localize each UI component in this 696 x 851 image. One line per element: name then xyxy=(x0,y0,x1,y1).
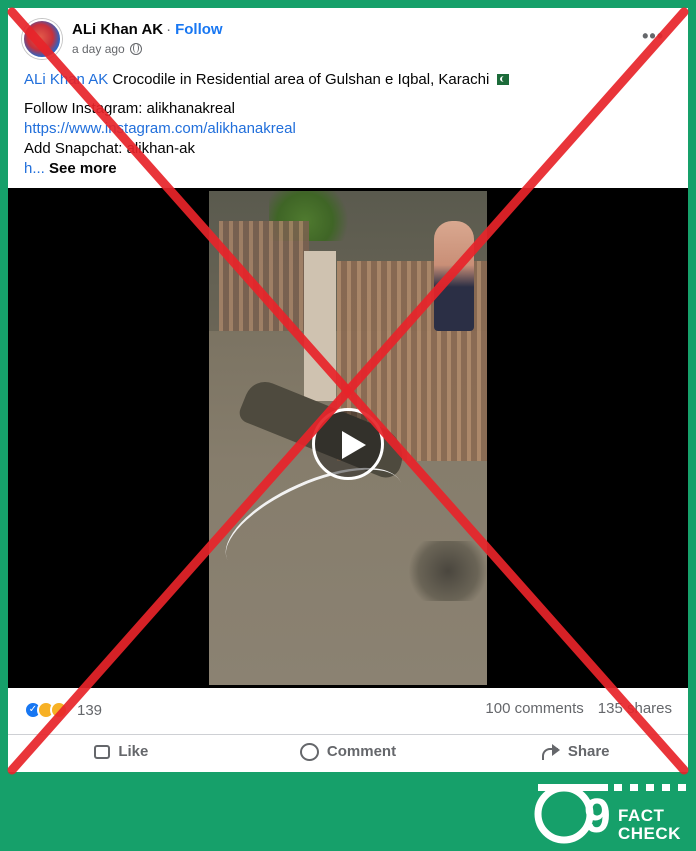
logo-fact-text: FACT xyxy=(618,806,665,825)
author-name[interactable]: ALi Khan AK xyxy=(72,21,163,38)
logo-number: 9 xyxy=(584,790,611,843)
like-icon xyxy=(94,744,111,759)
video-gate-left xyxy=(219,221,309,331)
share-label: Share xyxy=(567,743,610,760)
logo-battlement-3 xyxy=(646,784,654,791)
logo-check-text: CHECK xyxy=(618,824,681,843)
snapchat-line: Add Snapchat: alikhan-ak xyxy=(24,140,195,157)
video-person xyxy=(434,221,474,331)
like-label: Like xyxy=(118,743,149,760)
logo-battlement-2 xyxy=(630,784,638,791)
globe-icon xyxy=(129,43,142,55)
post-header: ALi Khan AK · Follow a day ago ••• xyxy=(8,8,688,68)
shares-count[interactable]: 135 shares xyxy=(598,700,672,717)
post-stats: 100 comments 135 shares xyxy=(485,700,672,717)
share-button[interactable]: Share xyxy=(461,735,688,768)
author-line: ALi Khan AK · Follow xyxy=(72,21,223,38)
video-debris xyxy=(409,541,487,601)
post-time[interactable]: a day ago xyxy=(72,42,125,56)
facebook-post-card: ALi Khan AK · Follow a day ago ••• ALi Kha… xyxy=(8,8,688,772)
truncated-line: h... See more xyxy=(24,159,674,179)
comment-button[interactable]: Comment xyxy=(235,735,462,768)
post-meta: a day ago xyxy=(72,42,142,56)
pakistan-flag-icon xyxy=(493,74,510,85)
share-icon xyxy=(540,743,560,760)
comment-icon xyxy=(299,742,319,761)
truncated-link[interactable]: h... xyxy=(24,160,45,177)
instagram-line: Follow Instagram: alikhanakreal xyxy=(24,100,235,117)
wow-reaction-icon xyxy=(50,701,68,719)
instagram-link[interactable]: https://www.instagram.com/alikhanakreal xyxy=(24,119,674,139)
headline-text: Crocodile in Residential area of Gulshan… xyxy=(108,71,490,88)
action-bar: Like Comment Share xyxy=(8,734,688,768)
see-more-button[interactable]: See more xyxy=(49,160,117,177)
play-icon[interactable] xyxy=(312,408,384,480)
author-mention[interactable]: ALi Khan AK xyxy=(24,71,108,88)
reactions-summary[interactable]: ✓ 139 xyxy=(24,698,102,722)
video-player[interactable] xyxy=(8,188,688,688)
author-avatar[interactable] xyxy=(22,19,62,59)
like-button[interactable]: Like xyxy=(8,735,235,768)
logo-ring xyxy=(534,784,594,844)
post-text: ALi Khan AK Crocodile in Residential are… xyxy=(24,70,674,179)
logo-battlement-5 xyxy=(678,784,686,791)
more-options-icon[interactable]: ••• xyxy=(642,26,664,47)
reactions-count[interactable]: 139 xyxy=(77,702,102,719)
follow-button[interactable]: Follow xyxy=(175,21,223,38)
logo-battlement-4 xyxy=(662,784,670,791)
post-headline: ALi Khan AK Crocodile in Residential are… xyxy=(24,70,674,90)
logo-battlement-1 xyxy=(614,784,622,791)
video-pillar xyxy=(304,251,336,401)
comment-label: Comment xyxy=(326,743,397,760)
separator: · xyxy=(166,21,172,38)
comments-count[interactable]: 100 comments xyxy=(485,700,583,717)
